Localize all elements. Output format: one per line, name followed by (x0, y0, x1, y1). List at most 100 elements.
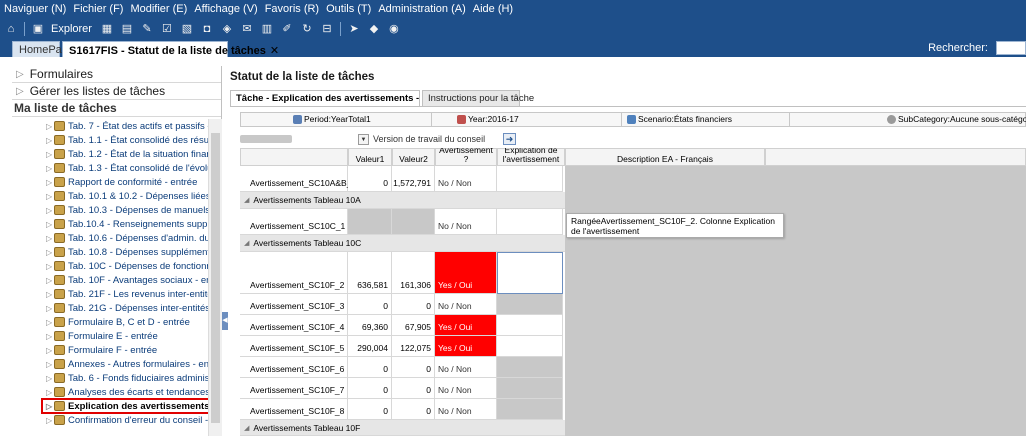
task-item[interactable]: ▷ Analyses des écarts et tendances - entr… (12, 385, 208, 399)
menu-aide[interactable]: Aide (H) (473, 3, 513, 15)
grid-section-row[interactable]: ◢ Avertissements Tableau 10A (240, 192, 565, 209)
menu-favoris[interactable]: Favoris (R) (265, 3, 319, 15)
checklist-icon[interactable]: ☑ (160, 22, 174, 36)
explication-input[interactable] (497, 357, 563, 378)
task-item[interactable]: ▷ Confirmation d'erreur du conseil - entr… (12, 413, 208, 427)
accordion-formulaires[interactable]: ▷ Formulaires (12, 66, 221, 83)
task-item[interactable]: ▷ Tab.10.4 - Renseignements supplémentair… (12, 217, 208, 231)
grid-icon[interactable]: ▦ (100, 22, 114, 36)
chevron-right-icon: ▷ (46, 317, 53, 327)
explication-input[interactable] (497, 294, 563, 315)
explication-input[interactable] (497, 252, 563, 294)
home-icon[interactable]: ⌂ (4, 22, 18, 36)
print-icon[interactable]: ▥ (260, 22, 274, 36)
explication-input[interactable] (497, 399, 563, 420)
chevron-down-icon[interactable]: ◢ (244, 196, 249, 204)
pov-subcategory[interactable]: SubCategory:Aucune sous-catégorie (887, 114, 1026, 124)
task-item[interactable]: ▷ Tab. 21F - Les revenus inter-entités da… (12, 287, 208, 301)
go-button[interactable]: ➜ (503, 133, 516, 145)
accordion-label: Formulaires (29, 67, 94, 81)
scrollbar-thumb[interactable] (211, 133, 220, 423)
tab-task-status[interactable]: S1617FIS - Statut de la liste de tâches ✕ (62, 41, 279, 57)
chevron-right-icon: ▷ (46, 261, 53, 271)
chevron-down-icon[interactable]: ◢ (244, 424, 249, 432)
chevron-right-icon: ▷ (46, 149, 53, 159)
form-icon[interactable]: ▧ (180, 22, 194, 36)
valeur2-cell: 161,306 (392, 252, 435, 294)
pov-period[interactable]: Period:YearTotal1 (293, 114, 371, 124)
task-item[interactable]: ▷ Formulaire F - entrée (12, 343, 208, 357)
avertissement-cell: No / Non (435, 166, 497, 192)
chevron-down-icon[interactable]: ▼ (358, 133, 369, 145)
explication-input[interactable] (497, 315, 563, 336)
db-icon[interactable]: ⊟ (320, 22, 334, 36)
pov-year[interactable]: Year:2016-17 (457, 114, 519, 124)
grid-section-row[interactable]: ◢ Avertissements Tableau 10F (240, 420, 565, 436)
tab-task[interactable]: Tâche - Explication des avertissements -… (230, 90, 450, 106)
explore-icon[interactable]: ▣ (31, 22, 45, 36)
menu-naviguer[interactable]: Naviguer (N) (4, 3, 66, 15)
explication-input[interactable] (497, 378, 563, 399)
globe-icon[interactable]: ◉ (387, 22, 401, 36)
rule-icon[interactable]: ◆ (367, 22, 381, 36)
cube-icon[interactable]: ◈ (220, 22, 234, 36)
explication-input[interactable] (497, 209, 563, 235)
tab-instructions[interactable]: Instructions pour la tâche (422, 90, 534, 106)
menu-fichier[interactable]: Fichier (F) (73, 3, 123, 15)
task-item[interactable]: ▷ Tab. 1.3 - État consolidé de l'évolutio… (12, 161, 208, 175)
grid-section-row[interactable]: ◢ Avertissements Tableau 10C (240, 235, 565, 252)
entity-selector-blurred[interactable] (240, 135, 292, 143)
menu-affichage[interactable]: Affichage (V) (194, 3, 257, 15)
menu-bar: Naviguer (N) Fichier (F) Modifier (E) Af… (0, 0, 1026, 18)
explore-button[interactable]: Explorer (51, 23, 92, 35)
menu-outils[interactable]: Outils (T) (326, 3, 371, 15)
explication-input[interactable] (497, 336, 563, 357)
header-avertissement: Avertissement ? (435, 148, 497, 166)
mail-icon[interactable]: ✉ (240, 22, 254, 36)
task-item[interactable]: ▷ Tab. 1.1 - État consolidé des résultats… (12, 133, 208, 147)
refresh-icon[interactable]: ↻ (300, 22, 314, 36)
chevron-right-icon: ▷ (46, 247, 53, 257)
menu-modifier[interactable]: Modifier (E) (130, 3, 187, 15)
task-item[interactable]: ▷ Tab. 1.2 - État de la situation financi… (12, 147, 208, 161)
table-row: Avertissement_SC10C_1 No / Non (240, 209, 565, 235)
task-label: Tab. 6 - Fonds fiduciaires administrés p… (68, 372, 208, 384)
task-item[interactable]: ▷ Explication des avertissements - entré (41, 398, 208, 414)
task-icon (54, 387, 65, 397)
explication-input[interactable] (497, 166, 563, 192)
task-icon (54, 121, 65, 131)
close-tab-icon[interactable]: ✕ (270, 45, 279, 57)
accordion-manage-tasklists[interactable]: ▷ Gérer les listes de tâches (12, 83, 221, 100)
pov-scenario[interactable]: Scenario:États financiers (627, 114, 732, 124)
task-item[interactable]: ▷ Tab. 6 - Fonds fiduciaires administrés … (12, 371, 208, 385)
tab-homepage[interactable]: HomePage (12, 41, 74, 57)
menu-administration[interactable]: Administration (A) (378, 3, 465, 15)
task-item[interactable]: ▷ Rapport de conformité - entrée (12, 175, 208, 189)
task-list-scrollbar[interactable] (208, 119, 222, 436)
version-label[interactable]: Version de travail du conseil (373, 134, 503, 144)
task-item[interactable]: ▷ Tab. 10C - Dépenses de fonctionnement e… (12, 259, 208, 273)
task-item[interactable]: ▷ Formulaire E - entrée (12, 329, 208, 343)
tasklist-title[interactable]: Ma liste de tâches (12, 100, 221, 117)
task-item[interactable]: ▷ Tab. 10.6 - Dépenses d'admin. du consei… (12, 231, 208, 245)
task-icon (54, 359, 65, 369)
task-item[interactable]: ▷ Tab. 10.3 - Dépenses de manuels scolair… (12, 203, 208, 217)
navigate-icon[interactable]: ➤ (347, 22, 361, 36)
task-item[interactable]: ▷ Tab. 10.1 & 10.2 - Dépenses liées à l'é… (12, 189, 208, 203)
edit-icon[interactable]: ✐ (280, 22, 294, 36)
task-item[interactable]: ▷ Formulaire B, C et D - entrée (12, 315, 208, 329)
task-item[interactable]: ▷ Tab. 21G - Dépenses inter-entités dans … (12, 301, 208, 315)
pencil-icon[interactable]: ✎ (140, 22, 154, 36)
lock-icon[interactable]: ◘ (200, 22, 214, 36)
task-item[interactable]: ▷ Tab. 7 - État des actifs et passifs - e… (12, 119, 208, 133)
task-item[interactable]: ▷ Annexes - Autres formulaires - entrée (12, 357, 208, 371)
chevron-right-icon: ▷ (16, 68, 24, 80)
chevron-down-icon[interactable]: ◢ (244, 239, 249, 247)
task-label: Tab. 1.1 - État consolidé des résultats … (68, 134, 208, 146)
search-input[interactable] (996, 41, 1026, 55)
task-item[interactable]: ▷ Tab. 10F - Avantages sociaux - entrée (12, 273, 208, 287)
task-icon (54, 149, 65, 159)
pov-period-label: Period:YearTotal1 (304, 114, 371, 124)
task-item[interactable]: ▷ Tab. 10.8 - Dépenses supplémentaires du… (12, 245, 208, 259)
table-icon[interactable]: ▤ (120, 22, 134, 36)
